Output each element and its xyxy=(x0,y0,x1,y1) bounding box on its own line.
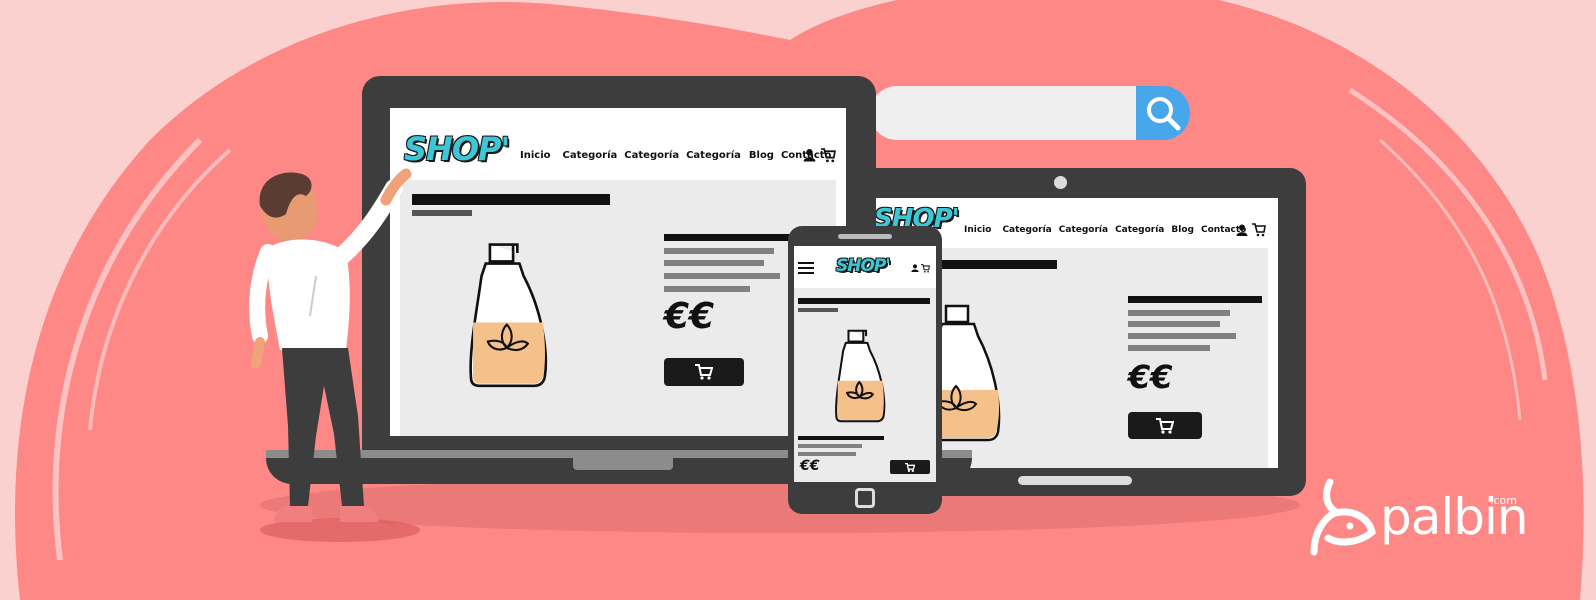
product-title-bar xyxy=(412,194,610,205)
info-heading-bar xyxy=(1128,296,1262,303)
nav-item-categoria-1[interactable]: Categoría xyxy=(563,150,618,161)
user-icon[interactable] xyxy=(803,148,816,162)
nav-item-categoria-2[interactable]: Categoría xyxy=(1059,225,1108,235)
add-to-cart-button[interactable] xyxy=(664,358,744,386)
add-to-cart-button[interactable] xyxy=(890,460,930,474)
user-icon[interactable] xyxy=(1236,224,1248,236)
info-line-4 xyxy=(1128,345,1210,351)
search-button[interactable] xyxy=(1136,86,1190,140)
info-line-2 xyxy=(664,260,764,266)
nav-item-categoria-1[interactable]: Categoría xyxy=(1002,225,1051,235)
info-line-3 xyxy=(1128,333,1236,339)
shop-logo[interactable]: SHOP' xyxy=(836,256,891,276)
tablet-camera xyxy=(1054,176,1067,189)
user-icon[interactable] xyxy=(911,264,919,272)
product-title-bar xyxy=(798,298,930,304)
phone-home-button[interactable] xyxy=(855,488,875,508)
cart-icon xyxy=(1156,417,1174,434)
nav-item-categoria-3[interactable]: Categoría xyxy=(1115,225,1164,235)
nav-item-inicio[interactable]: Inicio xyxy=(520,150,551,161)
info-line-4 xyxy=(664,286,750,292)
brand-tld: .com xyxy=(1490,494,1517,507)
product-price: €€ xyxy=(1128,358,1173,396)
nav-item-categoria-2[interactable]: Categoría xyxy=(624,150,679,161)
search-icon xyxy=(1147,97,1181,131)
main-nav: Inicio Categoría Categoría Categoría Blo… xyxy=(964,225,1246,235)
phone-screen: SHOP' €€ xyxy=(794,246,936,482)
cart-icon[interactable] xyxy=(1252,223,1266,237)
tablet-home-bar xyxy=(1018,476,1132,485)
info-line-2 xyxy=(798,452,856,456)
phone-device: SHOP' €€ xyxy=(788,226,942,514)
cart-icon[interactable] xyxy=(821,148,836,163)
info-line-1 xyxy=(798,444,862,448)
info-line-3 xyxy=(664,273,780,279)
laptop-notch xyxy=(573,456,673,470)
cart-icon xyxy=(695,364,713,380)
product-bottle-image[interactable] xyxy=(834,324,890,424)
add-to-cart-button[interactable] xyxy=(1128,412,1202,439)
info-heading-bar xyxy=(664,234,798,241)
info-line-1 xyxy=(664,248,774,254)
product-price: €€ xyxy=(800,458,820,474)
cart-icon[interactable] xyxy=(921,264,930,273)
nav-item-categoria-3[interactable]: Categoría xyxy=(686,150,741,161)
palbin-logo-icon xyxy=(1310,478,1376,556)
person-illustration xyxy=(249,168,412,522)
laptop-screen: SHOP' Inicio Categoría Categoría Categor… xyxy=(390,108,846,436)
banner-scene: SHOP' Inicio Categoría Categoría Categor… xyxy=(0,0,1596,600)
shop-logo[interactable]: SHOP' xyxy=(404,130,510,168)
product-bottle-image[interactable] xyxy=(466,234,556,390)
info-heading-bar xyxy=(798,436,884,440)
nav-item-blog[interactable]: Blog xyxy=(749,150,774,161)
main-nav: Inicio Categoría Categoría Categoría Blo… xyxy=(520,150,831,161)
info-line-2 xyxy=(1128,321,1220,327)
product-price: €€ xyxy=(664,296,715,337)
cart-icon xyxy=(905,462,915,472)
product-subtitle-bar xyxy=(412,210,472,216)
product-subtitle-bar xyxy=(798,308,838,312)
info-line-1 xyxy=(1128,310,1230,316)
menu-icon[interactable] xyxy=(798,262,814,274)
nav-item-blog[interactable]: Blog xyxy=(1171,225,1194,235)
phone-speaker xyxy=(838,234,892,239)
